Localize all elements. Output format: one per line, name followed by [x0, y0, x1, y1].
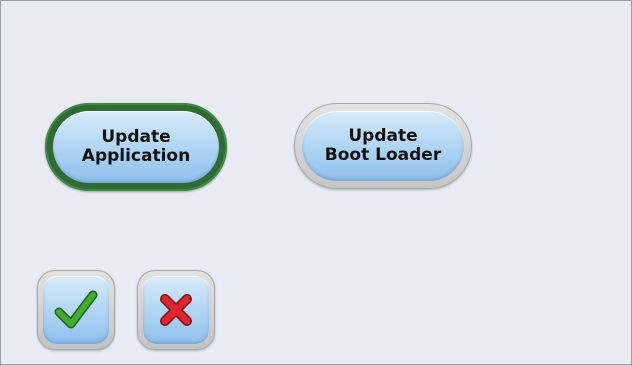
cancel-button[interactable] — [137, 270, 215, 350]
confirm-button[interactable] — [37, 270, 115, 350]
update-screen: Update Application Update Boot Loader — [0, 0, 632, 365]
checkmark-icon — [54, 290, 98, 329]
update-application-button-face: Update Application — [53, 111, 219, 183]
update-boot-loader-button-face: Update Boot Loader — [302, 111, 464, 181]
update-boot-loader-button[interactable]: Update Boot Loader — [294, 103, 472, 189]
confirm-button-face — [43, 276, 109, 344]
cancel-button-face — [143, 276, 209, 344]
update-boot-loader-label-line2: Boot Loader — [324, 145, 442, 165]
update-application-label-line2: Application — [81, 146, 191, 166]
update-boot-loader-label-line1: Update — [348, 126, 418, 146]
update-application-button[interactable]: Update Application — [45, 103, 227, 191]
x-icon — [160, 294, 192, 326]
update-application-label-line1: Update — [101, 127, 171, 147]
